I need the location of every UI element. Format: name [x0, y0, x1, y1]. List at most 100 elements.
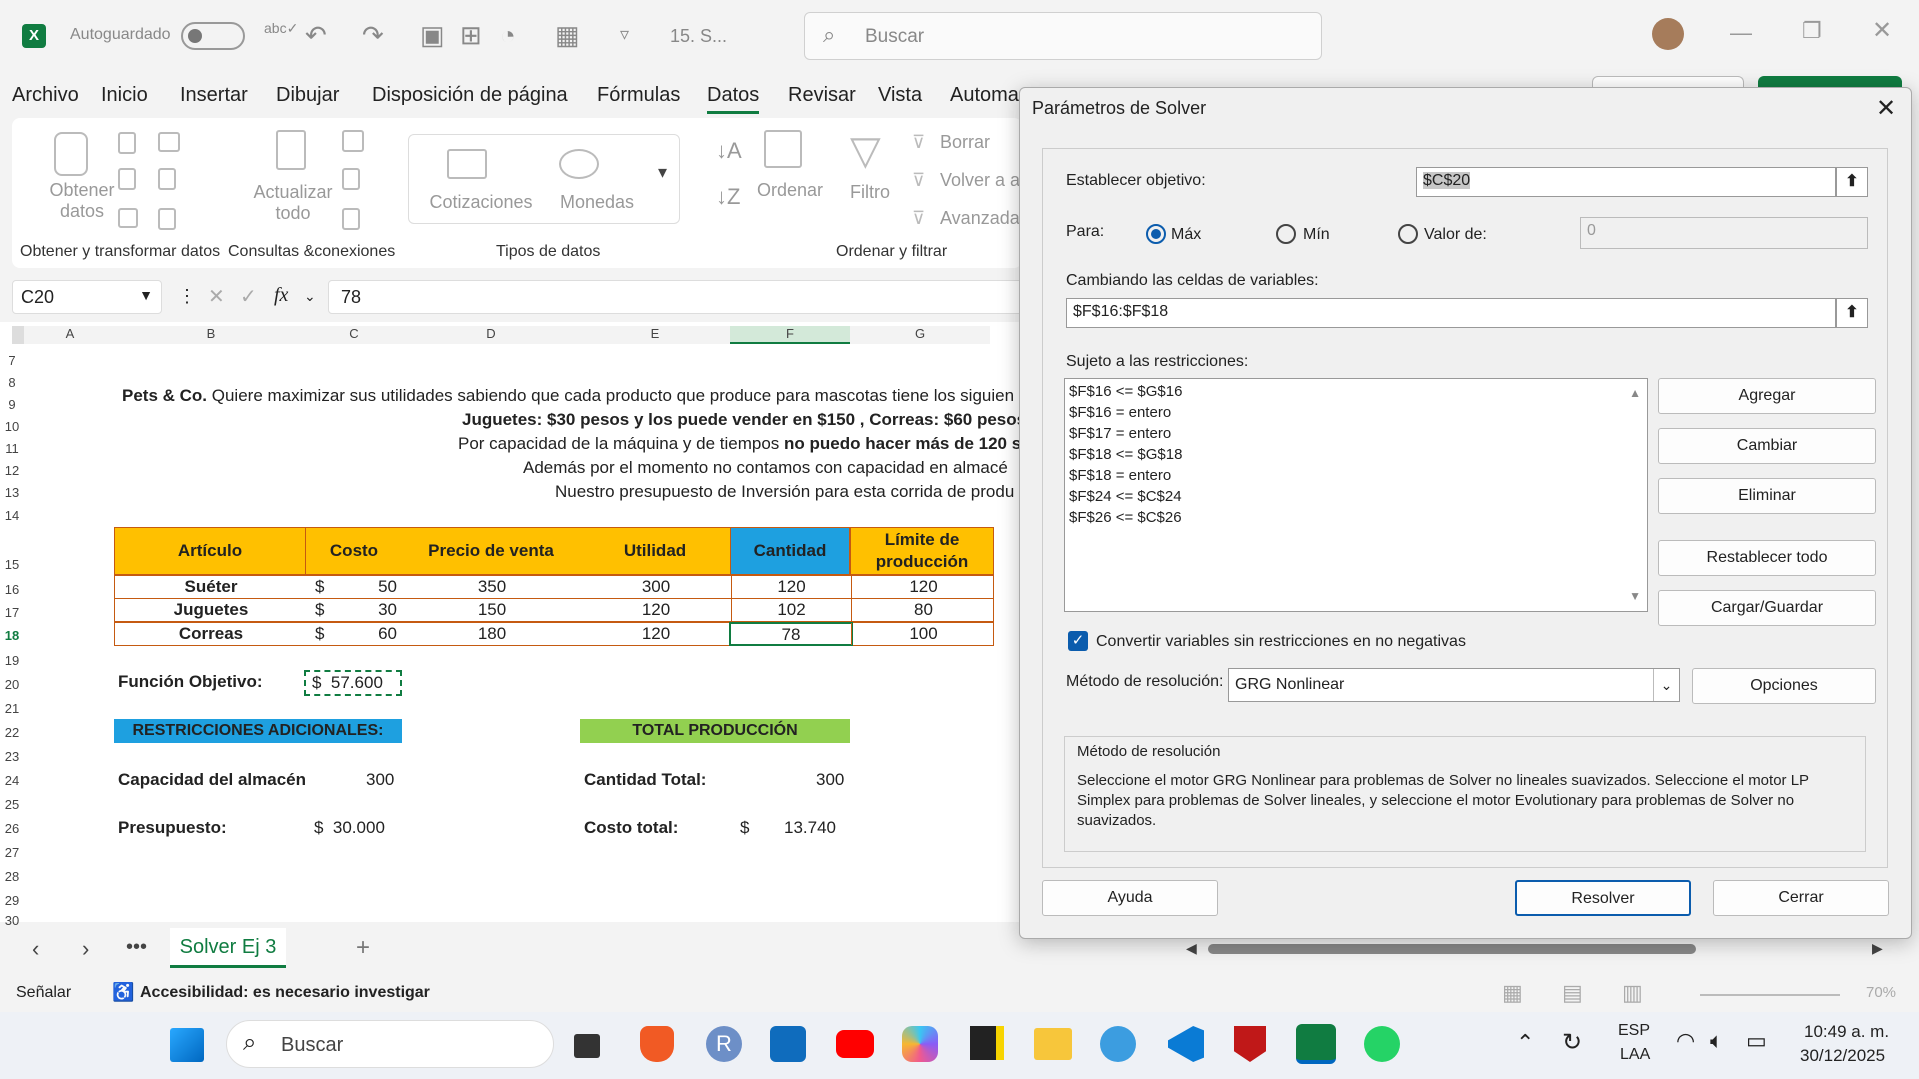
- palette-icon[interactable]: ◔: [500, 20, 516, 51]
- menu-automatizar[interactable]: Automa: [950, 84, 1019, 107]
- more-options-icon[interactable]: ⋮: [178, 286, 196, 307]
- row-header[interactable]: 22: [0, 725, 24, 740]
- battery-icon[interactable]: ▭: [1746, 1028, 1767, 1054]
- row-header[interactable]: 13: [0, 485, 24, 500]
- cargar-guardar-button[interactable]: Cargar/Guardar: [1658, 590, 1876, 626]
- cell-cantidad[interactable]: 102: [731, 599, 851, 621]
- restore-icon[interactable]: ❐: [1802, 18, 1822, 44]
- row-header[interactable]: 29: [0, 893, 24, 908]
- cell-costo[interactable]: 30: [365, 599, 397, 621]
- row-header[interactable]: 14: [0, 508, 24, 523]
- row-header[interactable]: 10: [0, 419, 24, 434]
- cell-limite[interactable]: 80: [851, 599, 995, 621]
- recent-sources-icon[interactable]: [158, 132, 180, 152]
- chart-icon[interactable]: ▦: [555, 20, 580, 51]
- wifi-icon[interactable]: ◠: [1676, 1028, 1695, 1054]
- header-articulo[interactable]: Artículo: [114, 527, 306, 575]
- gallery-expand-icon[interactable]: ▾: [658, 162, 667, 183]
- col-header-f[interactable]: F: [730, 326, 850, 344]
- opciones-button[interactable]: Opciones: [1692, 668, 1876, 704]
- file-explorer-icon[interactable]: [1034, 1028, 1072, 1060]
- confirm-entry-icon[interactable]: ✓: [240, 284, 257, 309]
- advanced-filter-icon[interactable]: ⊽: [912, 208, 925, 229]
- row-header[interactable]: 18: [0, 628, 24, 643]
- volume-icon[interactable]: 🔈︎: [1710, 1028, 1723, 1054]
- row-header[interactable]: 7: [0, 353, 24, 368]
- save-icon[interactable]: ▣: [420, 20, 445, 51]
- valor-label[interactable]: Valor de:: [1424, 226, 1487, 244]
- cotizaciones-button[interactable]: Cotizaciones: [416, 192, 546, 213]
- zoom-slider[interactable]: [1700, 994, 1840, 996]
- name-box[interactable]: C20 ▼: [12, 280, 162, 314]
- menu-insertar[interactable]: Insertar: [180, 84, 248, 107]
- min-radio[interactable]: [1276, 224, 1296, 244]
- sync-icon[interactable]: ↻: [1562, 1028, 1582, 1057]
- brave-icon[interactable]: [640, 1026, 674, 1062]
- zoom-level[interactable]: 70%: [1866, 984, 1896, 1001]
- header-limite[interactable]: Límite de producción: [850, 527, 994, 575]
- cell-precio[interactable]: 350: [403, 576, 581, 598]
- row-header[interactable]: 24: [0, 773, 24, 788]
- volver-aplicar-button[interactable]: Volver a a: [940, 170, 1020, 191]
- row-header[interactable]: 28: [0, 869, 24, 884]
- actualizar-todo-button[interactable]: Actualizar todo: [248, 182, 338, 224]
- menu-vista[interactable]: Vista: [878, 84, 922, 107]
- fx-chevron-icon[interactable]: ⌄: [304, 288, 316, 305]
- clock-time[interactable]: 10:49 a. m.: [1804, 1022, 1889, 1042]
- accessibility-icon[interactable]: ♿: [112, 982, 134, 1003]
- add-sheet-icon[interactable]: +: [356, 934, 370, 962]
- menu-archivo[interactable]: Archivo: [12, 84, 79, 107]
- row-header[interactable]: 26: [0, 821, 24, 836]
- prev-sheet-icon[interactable]: ‹: [32, 936, 39, 962]
- cell-utilidad[interactable]: 120: [581, 623, 731, 645]
- redo-icon[interactable]: ↷: [362, 20, 384, 51]
- avanzadas-button[interactable]: Avanzada: [940, 208, 1020, 229]
- row-header[interactable]: 16: [0, 582, 24, 597]
- valor-input[interactable]: 0: [1580, 217, 1868, 249]
- cell-articulo[interactable]: Correas: [115, 623, 307, 645]
- row-header[interactable]: 23: [0, 749, 24, 764]
- list-item[interactable]: $F$26 <= $C$26: [1069, 507, 1643, 528]
- formula-input[interactable]: 78: [328, 280, 1028, 314]
- obtener-datos-button[interactable]: Obtener datos: [32, 180, 132, 222]
- avatar[interactable]: [1652, 18, 1684, 50]
- cell-articulo[interactable]: Juguetes: [115, 599, 307, 621]
- constraints-list[interactable]: $F$16 <= $G$16 $F$16 = entero $F$17 = en…: [1064, 378, 1648, 612]
- col-header-b[interactable]: B: [116, 326, 306, 344]
- sticky-notes-icon[interactable]: [970, 1026, 1004, 1060]
- row-header[interactable]: 8: [0, 375, 24, 390]
- language-line1[interactable]: ESP: [1618, 1022, 1650, 1040]
- cambiando-input[interactable]: $F$16:$F$18: [1066, 298, 1836, 328]
- menu-disposicion[interactable]: Disposición de página: [372, 84, 568, 107]
- horizontal-scrollbar[interactable]: [1208, 944, 1696, 954]
- capacidad-value[interactable]: 300: [366, 770, 394, 790]
- min-label[interactable]: Mín: [1303, 226, 1330, 244]
- insert-function-icon[interactable]: fx: [274, 284, 288, 307]
- menu-revisar[interactable]: Revisar: [788, 84, 856, 107]
- max-label[interactable]: Máx: [1171, 226, 1201, 244]
- accessibility-status[interactable]: Accesibilidad: es necesario investigar: [140, 984, 430, 1002]
- menu-dibujar[interactable]: Dibujar: [276, 84, 339, 107]
- row-header[interactable]: 12: [0, 463, 24, 478]
- header-costo[interactable]: Costo: [306, 527, 402, 575]
- file-name[interactable]: 15. S...: [670, 26, 727, 47]
- cell-precio[interactable]: 180: [403, 623, 581, 645]
- resolver-button[interactable]: Resolver: [1515, 880, 1691, 916]
- filtro-button[interactable]: Filtro: [840, 182, 900, 203]
- col-header-c[interactable]: C: [306, 326, 402, 344]
- cambiar-button[interactable]: Cambiar: [1658, 428, 1876, 464]
- row-header[interactable]: 19: [0, 653, 24, 668]
- search-box[interactable]: ⌕ Buscar: [804, 12, 1322, 60]
- header-precio[interactable]: Precio de venta: [402, 527, 580, 575]
- eliminar-button[interactable]: Eliminar: [1658, 478, 1876, 514]
- cambiando-collapse-icon[interactable]: ⬆: [1836, 298, 1868, 328]
- select-all-corner[interactable]: [12, 326, 24, 344]
- col-header-e[interactable]: E: [580, 326, 730, 344]
- queries-icon[interactable]: [158, 208, 176, 230]
- sort-desc-icon[interactable]: ↓Z: [716, 184, 740, 210]
- list-item[interactable]: $F$16 = entero: [1069, 402, 1643, 423]
- youtube-icon[interactable]: [836, 1030, 874, 1058]
- vscode-icon[interactable]: [1168, 1026, 1204, 1062]
- normal-view-icon[interactable]: ▦: [1502, 980, 1523, 1006]
- copilot-icon[interactable]: [902, 1026, 938, 1062]
